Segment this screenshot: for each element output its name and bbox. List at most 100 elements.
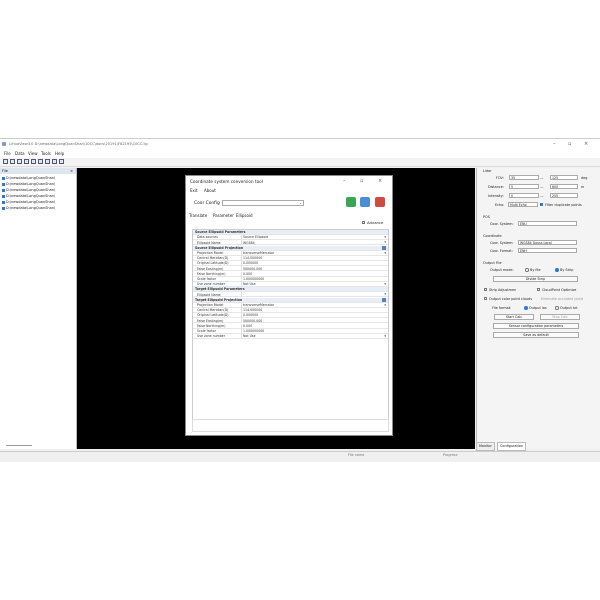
minimize-icon[interactable]: – bbox=[553, 141, 556, 147]
dropdown-arrow-icon[interactable]: ▾ bbox=[384, 235, 386, 239]
property-value[interactable]: 0.000 bbox=[243, 272, 252, 276]
save-default-button[interactable]: Save as default bbox=[493, 332, 579, 338]
horizontal-scrollbar[interactable] bbox=[6, 445, 32, 446]
pos-coor-system-select[interactable]: ENU bbox=[518, 221, 577, 226]
import-icon[interactable] bbox=[24, 159, 29, 164]
property-value[interactable]: 114.000000 bbox=[243, 308, 262, 312]
maximize-icon[interactable]: ▫ bbox=[568, 141, 571, 147]
projection-settings-icon[interactable] bbox=[382, 298, 386, 302]
tab-translate[interactable]: Translate bbox=[189, 213, 207, 218]
projection-settings-icon[interactable] bbox=[382, 246, 386, 250]
dropdown-arrow-icon[interactable]: ▾ bbox=[384, 303, 386, 307]
property-value[interactable]: 1.000000000 bbox=[243, 329, 264, 333]
export-icon[interactable] bbox=[31, 159, 36, 164]
menu-data[interactable]: Data bbox=[15, 151, 25, 156]
menu-tools[interactable]: Tools bbox=[41, 151, 51, 156]
tab-ellipsoid[interactable]: Ellipsoid bbox=[236, 213, 253, 218]
fov-max-input[interactable]: 125 bbox=[550, 175, 578, 180]
property-value[interactable]: 500000.000 bbox=[243, 267, 262, 271]
file-item[interactable]: D:\newdata\LongQuanShan\ bbox=[2, 206, 75, 210]
intensity-dash: — bbox=[540, 194, 544, 198]
add-config-icon[interactable] bbox=[346, 197, 356, 207]
cloudpoint-optimize-checkbox[interactable] bbox=[537, 288, 540, 291]
property-name: Original Latitude(D) bbox=[197, 313, 229, 318]
stop-calc-button[interactable]: Stop Calc bbox=[540, 314, 580, 320]
strip-adjustment-checkbox[interactable] bbox=[484, 288, 487, 291]
by-file-radio[interactable] bbox=[525, 268, 529, 272]
property-name: Ellipsoid Name bbox=[197, 240, 221, 245]
by-strip-radio[interactable] bbox=[555, 268, 559, 272]
tab-parameter[interactable]: Parameter bbox=[213, 213, 234, 218]
output-las-radio[interactable] bbox=[524, 306, 528, 310]
dropdown-arrow-icon[interactable]: ▾ bbox=[384, 240, 386, 244]
sensor-config-button[interactable]: Sensor configuration parameters bbox=[493, 323, 579, 329]
menu-view[interactable]: View bbox=[28, 151, 38, 156]
save-config-icon[interactable] bbox=[360, 197, 370, 207]
dialog-minimize-icon[interactable]: – bbox=[343, 178, 346, 184]
advance-checkbox[interactable] bbox=[362, 221, 365, 224]
checkbox-icon[interactable] bbox=[2, 200, 5, 204]
dropdown-arrow-icon[interactable]: ▾ bbox=[384, 251, 386, 255]
property-value[interactable]: transverseMercator bbox=[243, 251, 274, 255]
file-item[interactable]: D:\newdata\LongQuanShan\ bbox=[2, 194, 75, 198]
output-txt-radio[interactable] bbox=[555, 306, 559, 310]
panel-close-icon[interactable]: × bbox=[70, 169, 73, 173]
close-icon[interactable]: × bbox=[584, 141, 588, 147]
dropdown-arrow-icon[interactable]: ▾ bbox=[384, 334, 386, 338]
dialog-maximize-icon[interactable]: ▫ bbox=[360, 178, 363, 184]
fov-min-input[interactable]: 35 bbox=[509, 175, 539, 180]
menu-file[interactable]: File bbox=[4, 151, 11, 156]
property-value[interactable]: Source Ellipsoid bbox=[243, 235, 268, 239]
echo-select[interactable]: Multi Echo bbox=[508, 202, 538, 207]
file-item[interactable]: D:\newdata\LongQuanShan\ bbox=[2, 188, 75, 192]
file-item[interactable]: D:\newdata\LongQuanShan\ bbox=[2, 176, 75, 180]
coordinate-conversion-dialog: Coordinate system conversion tool – ▫ × … bbox=[185, 175, 393, 436]
delete-config-icon[interactable] bbox=[375, 197, 385, 207]
coordinate-format-select[interactable]: ENH bbox=[518, 248, 577, 253]
settings-icon[interactable] bbox=[52, 159, 57, 164]
monitor-icon[interactable] bbox=[45, 159, 50, 164]
extra-icon[interactable] bbox=[59, 159, 64, 164]
property-value[interactable]: 500000.000 bbox=[243, 319, 262, 323]
divide-strip-button[interactable]: Divide Strip bbox=[493, 276, 578, 282]
property-value[interactable]: 1.000000000 bbox=[243, 277, 264, 281]
start-calc-button[interactable]: Start Calc bbox=[494, 314, 534, 320]
checkbox-icon[interactable] bbox=[2, 176, 5, 180]
file-item[interactable]: D:\newdata\LongQuanShan\ bbox=[2, 182, 75, 186]
distance-max-input[interactable]: 600 bbox=[550, 184, 578, 189]
tab-monitor[interactable]: Monitor bbox=[476, 442, 495, 451]
intensity-max-input[interactable]: 255 bbox=[550, 193, 578, 198]
property-value[interactable]: transverseMercator bbox=[243, 303, 274, 307]
dialog-menu-about[interactable]: About bbox=[204, 188, 216, 193]
property-value[interactable]: Not Use bbox=[243, 282, 256, 286]
output-color-checkbox[interactable] bbox=[484, 297, 487, 300]
property-value[interactable]: 0.000000 bbox=[243, 313, 258, 317]
property-value[interactable]: 114.000000 bbox=[243, 256, 262, 260]
property-value[interactable]: Not Use bbox=[243, 334, 256, 338]
dropdown-arrow-icon[interactable]: ▾ bbox=[384, 292, 386, 296]
dialog-menu-exit[interactable]: Exit bbox=[190, 188, 198, 193]
distance-min-input[interactable]: 5 bbox=[509, 184, 539, 189]
dialog-close-icon[interactable]: × bbox=[378, 178, 382, 184]
checkbox-icon[interactable] bbox=[2, 206, 5, 210]
new-icon[interactable] bbox=[3, 159, 8, 164]
layout-icon[interactable] bbox=[38, 159, 43, 164]
file-item[interactable]: D:\newdata\LongQuanShan\ bbox=[2, 200, 75, 204]
menu-help[interactable]: Help bbox=[55, 151, 64, 156]
property-value[interactable]: 0.000000 bbox=[243, 261, 258, 265]
checkbox-icon[interactable] bbox=[2, 188, 5, 192]
property-value[interactable]: WGS84 bbox=[243, 241, 255, 245]
status-file-name: File name bbox=[348, 453, 365, 457]
filter-duplicate-checkbox[interactable] bbox=[540, 203, 543, 206]
save-icon[interactable] bbox=[17, 159, 22, 164]
open-folder-icon[interactable] bbox=[10, 159, 15, 164]
grid-row[interactable]: Use zone number Not Use ▾ bbox=[193, 334, 388, 339]
coordinate-system-select[interactable]: WGS84 Gauss Local bbox=[518, 240, 577, 245]
checkbox-icon[interactable] bbox=[2, 182, 5, 186]
checkbox-icon[interactable] bbox=[2, 194, 5, 198]
tab-configuration[interactable]: Configuration bbox=[497, 442, 526, 451]
dropdown-arrow-icon[interactable]: ▾ bbox=[384, 282, 386, 286]
coor-config-select[interactable]: ⌄ bbox=[222, 200, 304, 206]
property-value[interactable]: 0.000 bbox=[243, 324, 252, 328]
intensity-min-input[interactable]: 0 bbox=[509, 193, 539, 198]
